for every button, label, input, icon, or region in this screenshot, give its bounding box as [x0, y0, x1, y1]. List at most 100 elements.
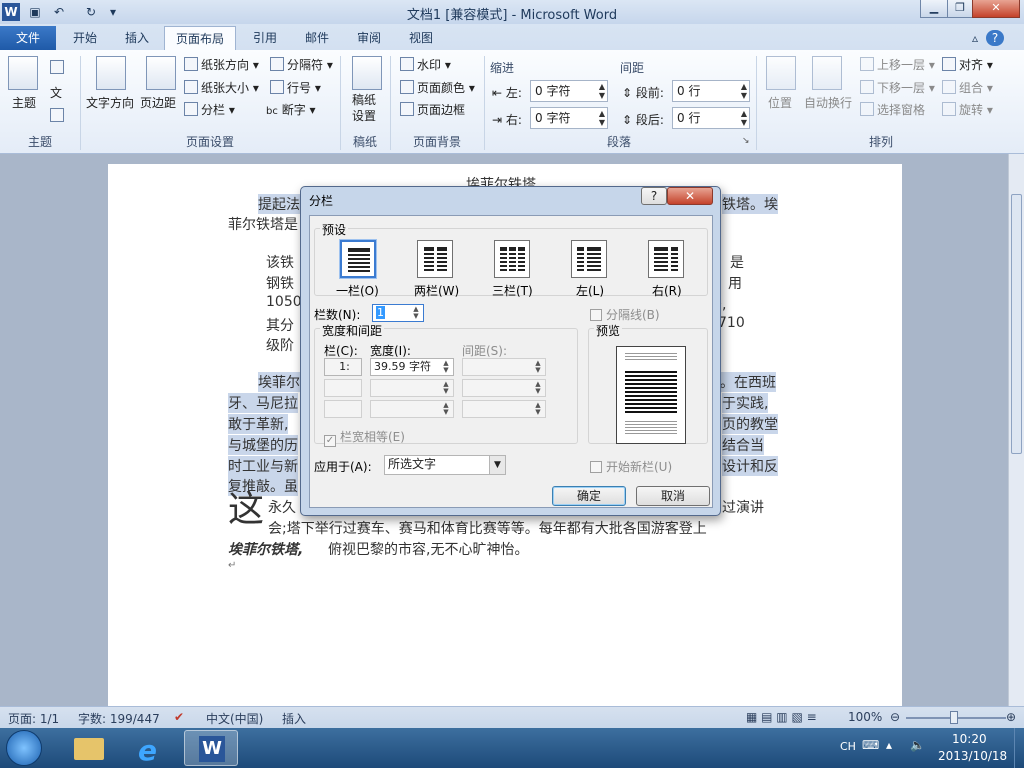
margins-icon[interactable]: [146, 56, 176, 90]
preset-three-columns[interactable]: [494, 240, 530, 278]
doc-line[interactable]: 该铁: [266, 252, 294, 272]
rotate-button[interactable]: 旋转 ▾: [942, 101, 993, 118]
doc-line[interactable]: 页的教堂: [722, 414, 778, 434]
word-count[interactable]: 字数: 199/447: [78, 710, 160, 727]
volume-icon[interactable]: 🔈: [910, 738, 925, 752]
doc-line[interactable]: 牙、马尼拉: [228, 393, 298, 413]
tab-file[interactable]: 文件: [0, 26, 56, 50]
preset-three-label[interactable]: 三栏(T): [492, 282, 533, 299]
hyphenation-button[interactable]: bc 断字 ▾: [266, 101, 316, 118]
send-backward-button[interactable]: 下移一层 ▾: [860, 79, 935, 96]
spinner-arrows-icon[interactable]: ▲ ▼: [410, 306, 422, 320]
spinner-arrows-icon[interactable]: ▲ ▼: [532, 381, 544, 395]
preset-left-label[interactable]: 左(L): [576, 282, 604, 299]
clock-time[interactable]: 10:20: [952, 732, 987, 746]
view-buttons-icon[interactable]: ▦ ▤ ▥ ▧ ≡: [746, 710, 817, 724]
doc-line[interactable]: 钢铁: [266, 273, 294, 293]
col-spacing-input-3[interactable]: ▲ ▼: [462, 400, 546, 418]
doc-line[interactable]: 1050: [266, 294, 302, 310]
zoom-in-icon[interactable]: ⊕: [1006, 710, 1016, 724]
dropdown-arrow-icon[interactable]: ▼: [489, 456, 505, 474]
columns-button[interactable]: 分栏 ▾: [184, 101, 235, 118]
wrap-text-button[interactable]: 自动换行: [804, 94, 852, 111]
theme-colors-icon[interactable]: [50, 60, 67, 75]
equal-width-checkbox[interactable]: ✓ 栏宽相等(E): [324, 428, 405, 447]
doc-line[interactable]: 与城堡的历: [228, 435, 298, 455]
tab-home[interactable]: 开始: [62, 26, 108, 50]
minimize-button[interactable]: ▁: [920, 0, 948, 18]
col-width-input-1[interactable]: 39.59 字符 ▲ ▼: [370, 358, 454, 376]
page-borders-button[interactable]: 页面边框: [400, 101, 465, 118]
doc-line[interactable]: 敢于革新,: [228, 414, 289, 434]
dialog-close-button[interactable]: ✕: [667, 187, 713, 205]
doc-line[interactable]: 结合当: [722, 435, 764, 455]
text-direction-button[interactable]: 文字方向: [86, 94, 134, 111]
doc-line[interactable]: 于实践,: [722, 393, 769, 413]
ie-taskbar-icon[interactable]: e: [124, 730, 178, 767]
separator-checkbox[interactable]: 分隔线(B): [590, 306, 660, 323]
clock-date[interactable]: 2013/10/18: [938, 749, 1007, 763]
doc-line[interactable]: 710: [718, 315, 745, 331]
manuscript-icon[interactable]: [352, 56, 382, 90]
spinner-arrows-icon[interactable]: ▲ ▼: [599, 109, 605, 127]
proofing-icon[interactable]: ✔: [174, 710, 184, 724]
doc-line[interactable]: 是: [730, 252, 744, 272]
tab-mailings[interactable]: 邮件: [294, 26, 340, 50]
themes-button[interactable]: 主题: [12, 94, 36, 111]
doc-line[interactable]: 提起法: [258, 194, 300, 214]
show-desktop-button[interactable]: [1014, 728, 1024, 768]
num-columns-input[interactable]: 1 ▲ ▼: [372, 304, 424, 322]
dialog-help-button[interactable]: ?: [641, 187, 667, 205]
theme-fonts-icon[interactable]: 文: [50, 84, 62, 101]
col-spacing-input-2[interactable]: ▲ ▼: [462, 379, 546, 397]
preset-one-label[interactable]: 一栏(O): [336, 282, 379, 299]
indent-left-input[interactable]: 0 字符 ▲ ▼: [530, 80, 608, 102]
apply-to-select[interactable]: 所选文字 ▼: [384, 455, 506, 475]
bring-forward-button[interactable]: 上移一层 ▾: [860, 56, 935, 73]
zoom-slider-thumb[interactable]: [950, 711, 958, 724]
spacing-before-input[interactable]: 0 行 ▲ ▼: [672, 80, 750, 102]
indent-right-input[interactable]: 0 字符 ▲ ▼: [530, 107, 608, 129]
position-button[interactable]: 位置: [768, 94, 792, 111]
preset-one-column[interactable]: [340, 240, 376, 278]
manuscript-settings-button[interactable]: 稿纸 设置: [352, 92, 376, 124]
minimize-ribbon-icon[interactable]: ▵: [966, 26, 984, 50]
col-width-input-3[interactable]: ▲ ▼: [370, 400, 454, 418]
drop-cap[interactable]: 这: [228, 490, 264, 530]
maximize-button[interactable]: ❐: [947, 0, 973, 18]
insert-mode-status[interactable]: 插入: [282, 710, 306, 727]
doc-line[interactable]: 菲尔铁塔是: [228, 214, 298, 234]
spinner-arrows-icon[interactable]: ▲ ▼: [599, 82, 605, 100]
spinner-arrows-icon[interactable]: ▲ ▼: [440, 381, 452, 395]
line-numbers-button[interactable]: 行号 ▾: [270, 79, 321, 96]
doc-line[interactable]: 。在西班: [720, 372, 776, 392]
col-width-input-2[interactable]: ▲ ▼: [370, 379, 454, 397]
doc-line[interactable]: 埃菲尔: [258, 372, 300, 392]
watermark-button[interactable]: 水印 ▾: [400, 56, 451, 73]
preset-two-label[interactable]: 两栏(W): [414, 282, 459, 299]
wrap-text-icon[interactable]: [812, 56, 842, 90]
spinner-arrows-icon[interactable]: ▲ ▼: [741, 82, 747, 100]
word-taskbar-icon[interactable]: W: [184, 730, 238, 766]
cancel-button[interactable]: 取消: [636, 486, 710, 506]
doc-line[interactable]: 俯视巴黎的市容,无不心旷神怡。: [328, 539, 528, 559]
doc-line[interactable]: 会;塔下举行过赛车、赛马和体育比赛等等。每年都有大批各国游客登上: [268, 518, 707, 538]
zoom-out-icon[interactable]: ⊖: [890, 710, 900, 724]
spinner-arrows-icon[interactable]: ▲ ▼: [532, 360, 544, 374]
input-language[interactable]: CH: [840, 740, 856, 753]
spinner-arrows-icon[interactable]: ▲ ▼: [741, 109, 747, 127]
selection-pane-button[interactable]: 选择窗格: [860, 101, 925, 118]
position-icon[interactable]: [766, 56, 796, 90]
tab-page-layout[interactable]: 页面布局: [164, 26, 236, 50]
language-status[interactable]: 中文(中国): [206, 710, 263, 727]
spacing-after-input[interactable]: 0 行 ▲ ▼: [672, 107, 750, 129]
text-direction-icon[interactable]: [96, 56, 126, 90]
doc-line[interactable]: 级阶: [266, 335, 294, 355]
start-new-column-checkbox[interactable]: 开始新栏(U): [590, 458, 672, 475]
page-color-button[interactable]: 页面颜色 ▾: [400, 79, 475, 96]
doc-line[interactable]: 设计和反: [722, 456, 778, 476]
theme-effects-icon[interactable]: [50, 108, 67, 123]
doc-line[interactable]: 时工业与新: [228, 456, 298, 476]
close-button[interactable]: ✕: [972, 0, 1020, 18]
spinner-arrows-icon[interactable]: ▲ ▼: [440, 360, 452, 374]
